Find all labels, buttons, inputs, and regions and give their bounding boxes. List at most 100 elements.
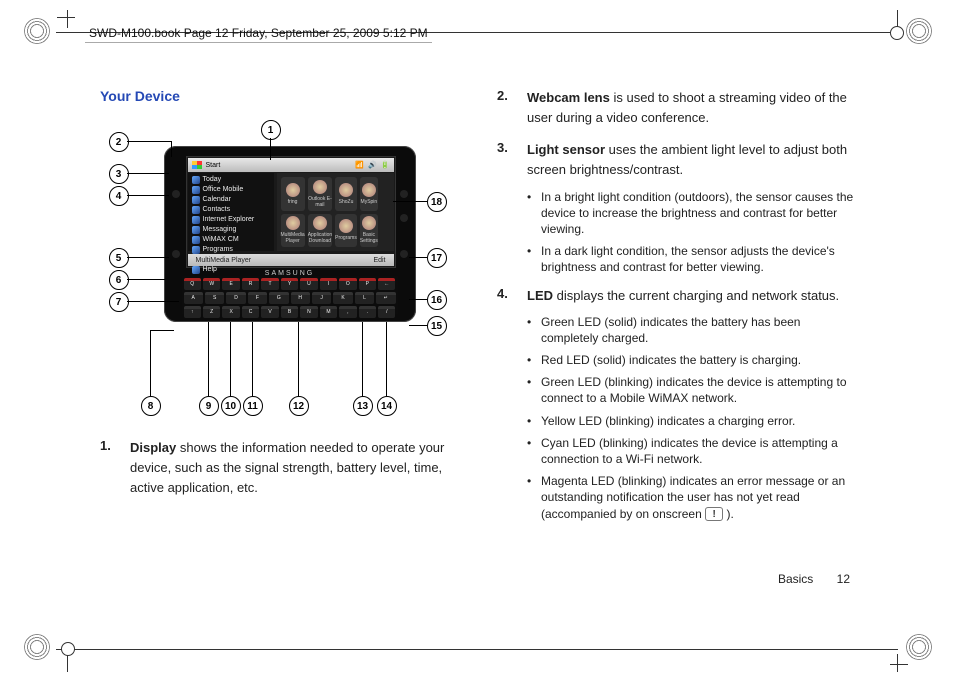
- feature-item-1: 1. Display shows the information needed …: [100, 438, 457, 506]
- bullet: In a dark light condition, the sensor ad…: [527, 243, 854, 275]
- softkey-left: MultiMedia Player: [196, 257, 252, 264]
- crop-tick: [67, 654, 68, 672]
- leader: [127, 257, 169, 258]
- leader: [409, 299, 427, 300]
- windows-flag-icon: [192, 161, 202, 169]
- leader: [150, 330, 174, 331]
- item-text: shows the information needed to operate …: [130, 440, 444, 495]
- callout-6: 6: [109, 270, 129, 290]
- tile: Programs: [335, 214, 357, 248]
- menu-item: Contacts: [188, 205, 274, 215]
- callout-8: 8: [141, 396, 161, 416]
- tile: ShoZu: [335, 177, 357, 211]
- item-term: Display: [130, 440, 176, 455]
- softkey-right: Edit: [373, 257, 385, 264]
- sub-bullets: Green LED (solid) indicates the battery …: [527, 314, 854, 522]
- soft-key-bar: MultiMedia Player Edit: [188, 254, 394, 266]
- signal-icon: 📶: [355, 161, 364, 169]
- leader: [362, 322, 363, 396]
- ornament-bottom-right: [906, 634, 932, 660]
- feature-item-2: 2. Webcam lens is used to shoot a stream…: [497, 88, 854, 136]
- key-row: ASDFGHJKL↵: [184, 292, 396, 304]
- callout-7: 7: [109, 292, 129, 312]
- callout-18: 18: [427, 192, 447, 212]
- leader: [127, 141, 171, 142]
- page-footer: Basics 12: [778, 572, 850, 586]
- crop-tick: [57, 17, 75, 18]
- menu-item: Office Mobile: [188, 185, 274, 195]
- menu-item: Today: [188, 175, 274, 185]
- device-keyboard: QWERTYUIOP← ASDFGHJKL↵ ↑ZXCVBNM,./: [182, 276, 398, 314]
- leader: [127, 195, 169, 196]
- key-row: QWERTYUIOP←: [184, 278, 396, 290]
- tile: Outlook E-mail: [308, 177, 332, 211]
- leader: [409, 257, 427, 258]
- leader: [208, 322, 209, 396]
- leader: [171, 141, 172, 157]
- bullet: Red LED (solid) indicates the battery is…: [527, 352, 854, 368]
- callout-17: 17: [427, 248, 447, 268]
- footer-section: Basics: [778, 572, 813, 586]
- notification-icon: !: [705, 507, 723, 521]
- bullet: Green LED (blinking) indicates the devic…: [527, 374, 854, 406]
- feature-list-left: 1. Display shows the information needed …: [100, 438, 457, 506]
- item-number: 1.: [100, 438, 118, 506]
- tile: MySpin: [360, 177, 378, 211]
- leader: [386, 322, 387, 396]
- footer-page-number: 12: [837, 572, 850, 586]
- callout-10: 10: [221, 396, 241, 416]
- ornament-top-left: [24, 18, 50, 44]
- leader: [127, 279, 165, 280]
- callout-16: 16: [427, 290, 447, 310]
- battery-icon: 🔋: [381, 161, 390, 169]
- hard-button: [172, 190, 180, 198]
- tile: MultiMedia Player: [281, 214, 305, 248]
- item-term: LED: [527, 288, 553, 303]
- crop-circle: [61, 642, 75, 656]
- callout-4: 4: [109, 186, 129, 206]
- crop-tick: [897, 654, 898, 672]
- ornament-top-right: [906, 18, 932, 44]
- crop-tick: [890, 664, 908, 665]
- leader: [393, 201, 427, 202]
- column-left: Your Device Start 📶 🔊 🔋: [100, 88, 457, 562]
- leader: [127, 301, 179, 302]
- bullet: Yellow LED (blinking) indicates a chargi…: [527, 413, 854, 429]
- callout-9: 9: [199, 396, 219, 416]
- callout-12: 12: [289, 396, 309, 416]
- column-right: 2. Webcam lens is used to shoot a stream…: [497, 88, 854, 562]
- crop-line-bottom: [56, 649, 898, 650]
- bullet: Cyan LED (blinking) indicates the device…: [527, 435, 854, 467]
- callout-5: 5: [109, 248, 129, 268]
- item-text: displays the current charging and networ…: [553, 288, 839, 303]
- menu-item: Messaging: [188, 225, 274, 235]
- start-menu: Today Office Mobile Calendar Contacts In…: [188, 173, 274, 251]
- crop-tick: [67, 10, 68, 28]
- hard-button: [172, 250, 180, 258]
- leader: [298, 322, 299, 396]
- menu-item: Internet Explorer: [188, 215, 274, 225]
- today-tiles: fring Outlook E-mail ShoZu MySpin MultiM…: [277, 173, 394, 251]
- callout-13: 13: [353, 396, 373, 416]
- callout-11: 11: [243, 396, 263, 416]
- hard-button: [400, 250, 408, 258]
- start-bar: Start 📶 🔊 🔋: [188, 158, 394, 172]
- hard-button: [400, 190, 408, 198]
- leader: [409, 325, 427, 326]
- item-number: 4.: [497, 286, 515, 528]
- sub-bullets: In a bright light condition (outdoors), …: [527, 189, 854, 276]
- section-title: Your Device: [100, 88, 457, 104]
- bullet: In a bright light condition (outdoors), …: [527, 189, 854, 238]
- feature-item-3: 3. Light sensor uses the ambient light l…: [497, 140, 854, 281]
- bullet: Magenta LED (blinking) indicates an erro…: [527, 473, 854, 522]
- key-row: ↑ZXCVBNM,./: [184, 306, 396, 318]
- crop-circle: [890, 26, 904, 40]
- item-number: 2.: [497, 88, 515, 136]
- content-columns: Your Device Start 📶 🔊 🔋: [100, 88, 854, 562]
- item-term: Light sensor: [527, 142, 605, 157]
- feature-list-right: 2. Webcam lens is used to shoot a stream…: [497, 88, 854, 528]
- tile: fring: [281, 177, 305, 211]
- header-path: SWD-M100.book Page 12 Friday, September …: [85, 24, 432, 43]
- item-term: Webcam lens: [527, 90, 610, 105]
- leader: [270, 138, 271, 160]
